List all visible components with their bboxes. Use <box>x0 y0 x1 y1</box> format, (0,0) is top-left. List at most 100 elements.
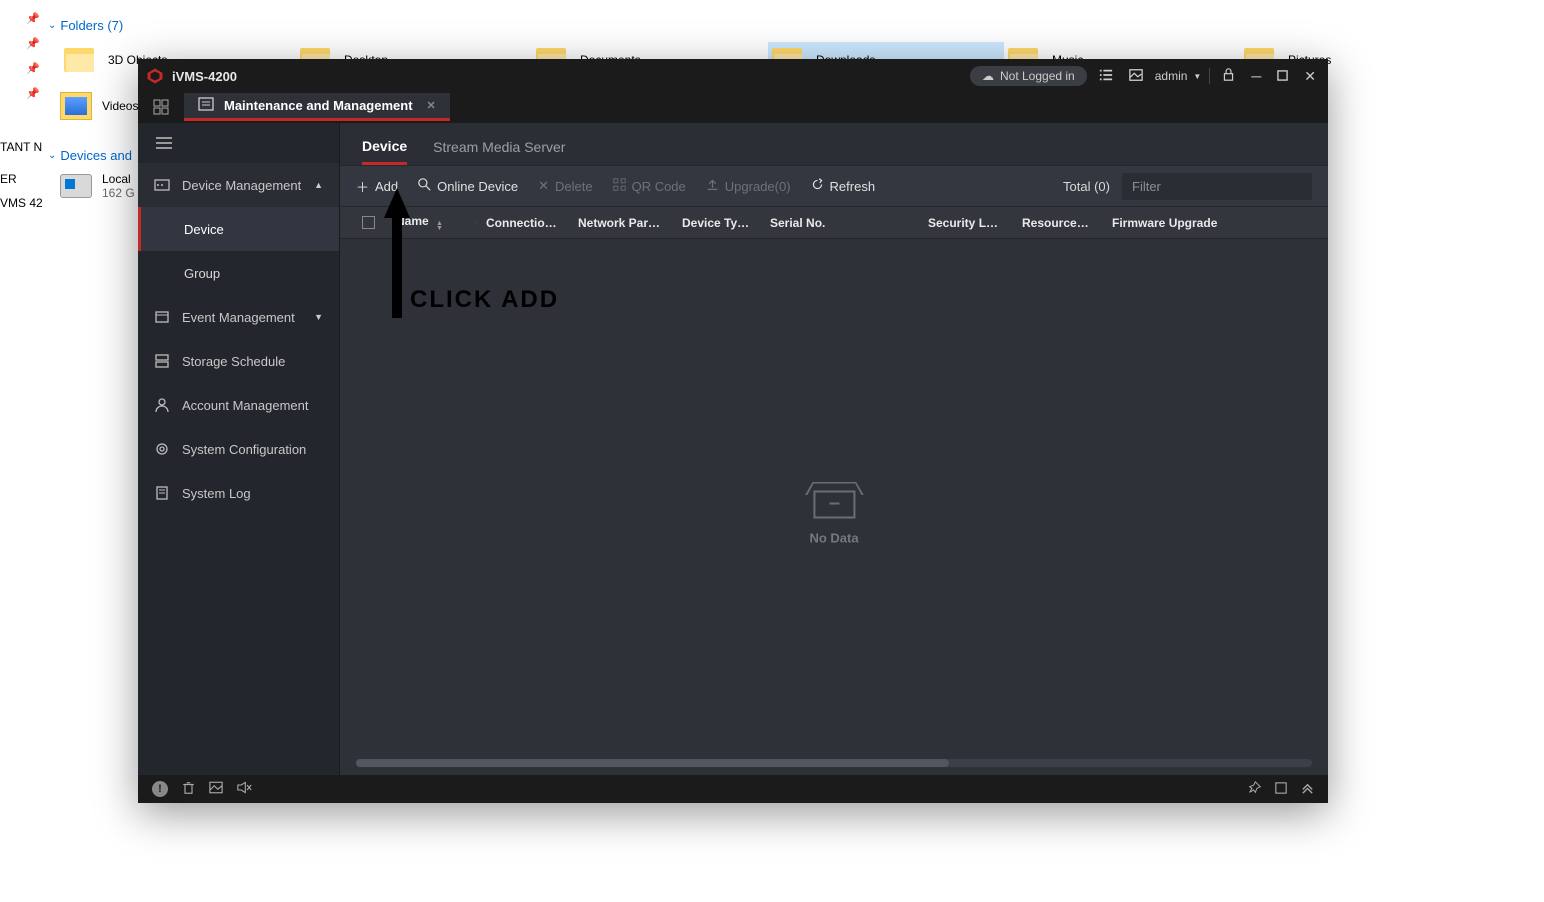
disk-icon <box>60 174 92 198</box>
sidebar-toggle[interactable] <box>138 123 339 163</box>
select-all-checkbox[interactable] <box>362 216 375 229</box>
upgrade-button: Upgrade(0) <box>706 178 791 194</box>
add-button[interactable]: ＋ Add <box>356 177 398 196</box>
sidebar-device-management[interactable]: Device Management ▲ <box>138 163 339 207</box>
quick-access-pins: 📌 📌 📌 📌 <box>0 0 42 250</box>
scroll-thumb[interactable] <box>356 759 949 767</box>
sidebar-trunc: TANT NO <box>0 140 42 154</box>
ivms-window: iVMS-4200 ☁ Not Logged in admin ▼ ─ <box>138 59 1328 803</box>
restore-icon[interactable] <box>1275 781 1287 797</box>
tool-label: Add <box>375 179 398 194</box>
col-resource[interactable]: Resource Us… <box>1012 216 1102 230</box>
filter-input[interactable] <box>1122 173 1312 200</box>
separator <box>1209 68 1210 84</box>
devices-header-label: Devices and <box>60 148 132 163</box>
sidebar: Device Management ▲ Device Group Event M… <box>138 123 340 775</box>
user-label: admin <box>1155 69 1188 83</box>
total-count: Total (0) <box>1063 179 1110 194</box>
sidebar-storage-schedule[interactable]: Storage Schedule <box>138 339 339 383</box>
picture-icon[interactable] <box>209 781 223 797</box>
event-icon <box>154 309 170 325</box>
local-disk[interactable]: Local 162 G <box>60 172 135 200</box>
mute-icon[interactable] <box>237 781 252 797</box>
empty-drawer-icon <box>813 490 855 518</box>
sidebar-trunc: VMS 420 <box>0 196 42 210</box>
statusbar: ! <box>138 775 1328 803</box>
pin-icon[interactable] <box>1248 781 1261 797</box>
tabbar: Maintenance and Management ✕ <box>138 93 1328 123</box>
expand-up-icon[interactable] <box>1301 781 1314 797</box>
online-device-button[interactable]: Online Device <box>418 178 518 194</box>
alert-icon[interactable]: ! <box>152 781 168 797</box>
col-network[interactable]: Network Param… <box>568 216 672 230</box>
chevron-up-icon: ▲ <box>314 180 323 190</box>
refresh-button[interactable]: Refresh <box>811 178 876 194</box>
folder-videos[interactable]: Videos <box>60 92 138 120</box>
sidebar-account-management[interactable]: Account Management <box>138 383 339 427</box>
no-data-placeholder: No Data <box>809 490 858 545</box>
chevron-down-icon: ⌄ <box>48 150 56 161</box>
tool-label: Upgrade(0) <box>725 179 791 194</box>
col-connection[interactable]: Connection T… <box>476 216 568 230</box>
login-status[interactable]: ☁ Not Logged in <box>970 66 1087 86</box>
user-menu[interactable]: admin ▼ <box>1155 69 1202 83</box>
subtab-device[interactable]: Device <box>362 138 407 165</box>
upload-icon <box>706 178 719 194</box>
sidebar-trunc: ER <box>0 172 42 186</box>
minimize-icon[interactable]: ─ <box>1247 66 1265 86</box>
app-title: iVMS-4200 <box>172 69 237 84</box>
sidebar-event-management[interactable]: Event Management ▼ <box>138 295 339 339</box>
sidebar-label: Device <box>184 222 224 237</box>
toolbar: ＋ Add Online Device ✕ Delete <box>340 165 1328 207</box>
close-icon[interactable]: ✕ <box>1300 66 1320 87</box>
subtabs: Device Stream Media Server <box>340 123 1328 165</box>
chevron-down-icon: ▼ <box>314 312 323 322</box>
x-icon: ✕ <box>538 178 549 194</box>
list-icon[interactable] <box>1095 66 1117 87</box>
pin-icon: 📌 <box>26 12 42 25</box>
pin-icon: 📌 <box>26 62 42 75</box>
device-mgmt-icon <box>154 177 170 193</box>
qr-code-button: QR Code <box>613 178 686 194</box>
sidebar-system-log[interactable]: System Log <box>138 471 339 515</box>
titlebar: iVMS-4200 ☁ Not Logged in admin ▼ ─ <box>138 59 1328 93</box>
plus-icon: ＋ <box>356 177 369 196</box>
sidebar-label: System Log <box>182 486 251 501</box>
cloud-icon: ☁ <box>982 69 994 83</box>
tool-label: Refresh <box>830 179 876 194</box>
horizontal-scrollbar[interactable] <box>356 759 1312 767</box>
col-device-type[interactable]: Device Type <box>672 216 760 230</box>
col-serial[interactable]: Serial No. <box>760 216 918 230</box>
sidebar-label: Event Management <box>182 310 295 325</box>
image-icon[interactable] <box>1125 66 1147 87</box>
disk-label: Local <box>102 172 135 186</box>
trash-icon[interactable] <box>182 781 195 798</box>
sidebar-label: Device Management <box>182 178 301 193</box>
close-tab-icon[interactable]: ✕ <box>427 99 436 112</box>
col-name[interactable]: Name ▲▼ <box>386 214 476 231</box>
lock-icon[interactable] <box>1218 66 1239 86</box>
tab-maintenance[interactable]: Maintenance and Management ✕ <box>184 93 450 121</box>
apps-grid-button[interactable] <box>138 93 184 121</box>
subtab-stream-media-server[interactable]: Stream Media Server <box>433 139 565 165</box>
tool-label: Online Device <box>437 179 518 194</box>
sort-icon: ▲▼ <box>436 221 443 231</box>
maximize-icon[interactable] <box>1273 66 1292 86</box>
settings-panel-icon <box>198 96 214 115</box>
sidebar-group[interactable]: Group <box>138 251 339 295</box>
content-area: Device Stream Media Server ＋ Add Online … <box>340 123 1328 775</box>
log-icon <box>154 485 170 501</box>
col-firmware[interactable]: Firmware Upgrade <box>1102 216 1232 230</box>
sidebar-device[interactable]: Device <box>138 207 339 251</box>
sidebar-system-configuration[interactable]: System Configuration <box>138 427 339 471</box>
qr-icon <box>613 178 626 194</box>
tool-label: Delete <box>555 179 593 194</box>
folders-header[interactable]: ⌄ Folders (7) <box>48 18 123 33</box>
sidebar-label: Group <box>184 266 220 281</box>
sidebar-label: Account Management <box>182 398 308 413</box>
folder-label: Videos <box>102 99 138 113</box>
tool-label: QR Code <box>632 179 686 194</box>
devices-header[interactable]: ⌄ Devices and <box>48 148 132 163</box>
col-security[interactable]: Security Level <box>918 216 1012 230</box>
account-icon <box>154 397 170 413</box>
